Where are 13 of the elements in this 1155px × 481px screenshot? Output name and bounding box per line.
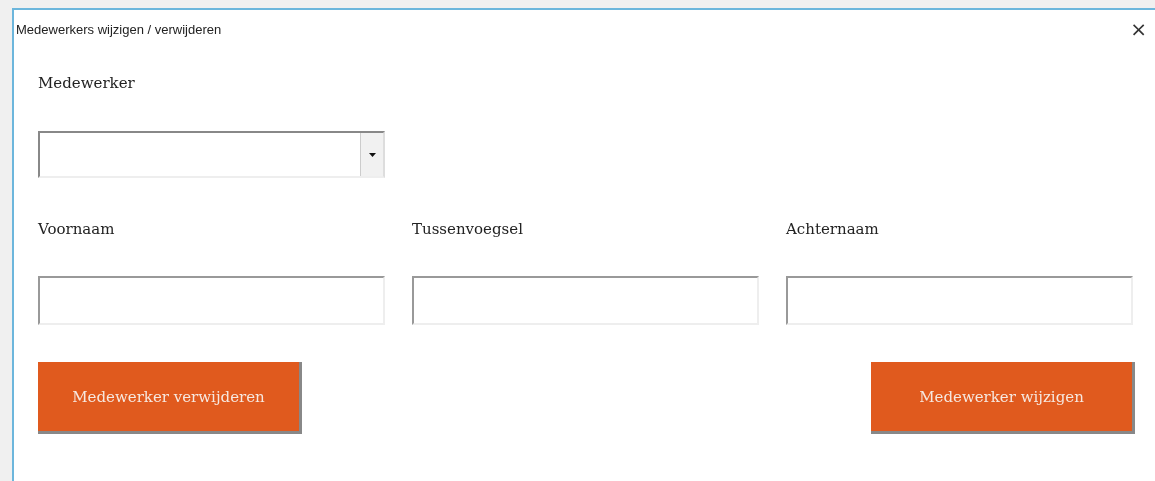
close-button[interactable]: × <box>1122 19 1155 39</box>
input-field[interactable] <box>38 276 385 325</box>
action-button[interactable]: Medewerker wijzigen <box>871 362 1135 434</box>
input-field[interactable] <box>412 276 759 325</box>
action-button[interactable]: Medewerker verwijderen <box>38 362 302 434</box>
field-label: Voornaam <box>38 220 116 238</box>
window-title: Medewerkers wijzigen / verwijderen <box>16 21 222 37</box>
dropdown-arrow-icon <box>368 152 376 157</box>
field-label: Achternaam <box>786 220 880 238</box>
employee-dropdown[interactable] <box>38 131 385 178</box>
input-field[interactable] <box>786 276 1133 325</box>
field-label: Medewerker <box>38 74 136 92</box>
field-label: Tussenvoegsel <box>412 220 524 238</box>
